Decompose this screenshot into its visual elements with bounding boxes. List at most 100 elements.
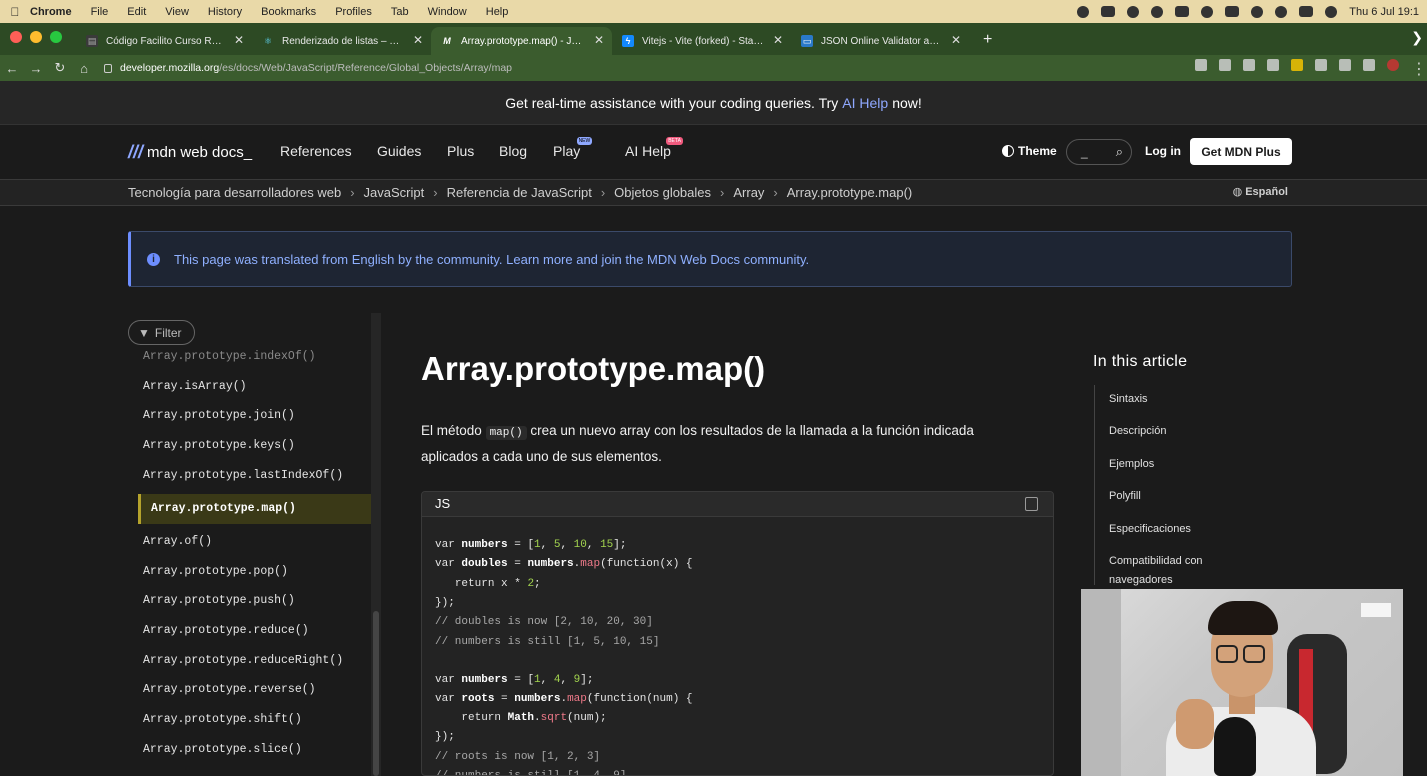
banner-ai-help-link[interactable]: AI Help: [842, 95, 888, 111]
menu-help[interactable]: Help: [486, 6, 509, 18]
close-tab-icon[interactable]: ✕: [773, 33, 783, 47]
close-tab-icon[interactable]: ✕: [234, 33, 244, 47]
download-icon[interactable]: [1339, 59, 1351, 71]
sidebar-item-push[interactable]: Array.prototype.push(): [143, 594, 295, 607]
menu-view[interactable]: View: [165, 6, 189, 18]
siri-icon[interactable]: [1325, 5, 1338, 18]
minimize-window-button[interactable]: [30, 31, 42, 43]
close-tab-icon[interactable]: ✕: [594, 33, 604, 47]
keyboard-layout-icon[interactable]: [1175, 6, 1190, 17]
nav-blog[interactable]: Blog: [499, 143, 527, 159]
chevron-right-icon[interactable]: ❯: [1411, 29, 1423, 46]
close-tab-icon[interactable]: ✕: [413, 33, 423, 47]
sidebar-item-of[interactable]: Array.of(): [143, 535, 212, 548]
sidebar-item-isarray[interactable]: Array.isArray(): [143, 380, 247, 393]
sidepanel-icon[interactable]: [1363, 59, 1375, 71]
tab-vitejs-stackblitz[interactable]: ϟ Vitejs - Vite (forked) - StackBli ✕: [612, 27, 791, 55]
toc-item-especificaciones[interactable]: Especificaciones: [1109, 520, 1259, 539]
menu-file[interactable]: File: [91, 6, 109, 18]
breadcrumb-item[interactable]: Referencia de JavaScript: [447, 185, 592, 200]
headphones-icon[interactable]: [1127, 5, 1140, 18]
breadcrumb-item-current[interactable]: Array.prototype.map(): [787, 185, 912, 200]
nav-guides[interactable]: Guides: [377, 143, 421, 159]
sidebar-item-lastindexof[interactable]: Array.prototype.lastIndexOf(): [143, 469, 343, 482]
search-button[interactable]: _ ⌕: [1066, 139, 1132, 165]
zoom-icon[interactable]: [1219, 59, 1231, 71]
menu-chrome[interactable]: Chrome: [30, 6, 72, 18]
url-path: /es/docs/Web/JavaScript/Reference/Global…: [219, 62, 513, 74]
copy-icon[interactable]: [1025, 497, 1038, 511]
menu-bookmarks[interactable]: Bookmarks: [261, 6, 316, 18]
sidebar-item-reverse[interactable]: Array.prototype.reverse(): [143, 683, 316, 696]
menu-window[interactable]: Window: [428, 6, 467, 18]
status-app-icon[interactable]: [1077, 5, 1090, 18]
close-tab-icon[interactable]: ✕: [951, 33, 961, 47]
tab-json-validator[interactable]: ▭ JSON Online Validator and For ✕: [791, 27, 969, 55]
login-link[interactable]: Log in: [1145, 144, 1181, 158]
filter-icon: ▼: [138, 325, 150, 340]
notice-text[interactable]: This page was translated from English by…: [174, 252, 809, 267]
menu-profiles[interactable]: Profiles: [335, 6, 372, 18]
toc-item-ejemplos[interactable]: Ejemplos: [1109, 455, 1259, 474]
theme-button[interactable]: Theme: [1002, 144, 1057, 158]
breadcrumb-item[interactable]: JavaScript: [364, 185, 425, 200]
breadcrumb-item[interactable]: Tecnología para desarrolladores web: [128, 185, 341, 200]
sidebar-filter-button[interactable]: ▼ Filter: [128, 320, 195, 345]
profile-avatar-icon[interactable]: [1387, 59, 1399, 71]
back-button[interactable]: ←: [0, 61, 24, 76]
bluetooth-icon[interactable]: [1151, 5, 1164, 18]
nav-plus[interactable]: Plus: [447, 143, 474, 159]
breadcrumb-item[interactable]: Objetos globales: [614, 185, 711, 200]
sidebar-item-join[interactable]: Array.prototype.join(): [143, 409, 295, 422]
toc-item-polyfill[interactable]: Polyfill: [1109, 487, 1259, 506]
menu-edit[interactable]: Edit: [127, 6, 146, 18]
tab-codigo-facilito[interactable]: ▤ Código Facilito Curso React Js ✕: [76, 27, 252, 55]
menu-history[interactable]: History: [208, 6, 242, 18]
sidebar-item-slice[interactable]: Array.prototype.slice(): [143, 743, 302, 756]
tab-renderizado-listas[interactable]: ⚛ Renderizado de listas – React ✕: [252, 27, 431, 55]
language-switcher[interactable]: ◍ Español: [1233, 185, 1288, 199]
mdn-logo[interactable]: /// mdn web docs_: [128, 142, 252, 163]
close-window-button[interactable]: [10, 31, 22, 43]
sidebar-item-reduce[interactable]: Array.prototype.reduce(): [143, 624, 309, 637]
forward-button[interactable]: →: [24, 61, 48, 76]
sidebar-scrollbar[interactable]: [371, 313, 381, 776]
breadcrumb-item[interactable]: Array: [733, 185, 764, 200]
sidebar-item-reduceright[interactable]: Array.prototype.reduceRight(): [143, 654, 343, 667]
nav-references[interactable]: References: [280, 143, 352, 159]
url-field[interactable]: developer.mozilla.org/es/docs/Web/JavaSc…: [104, 62, 512, 74]
sidebar-item-shift[interactable]: Array.prototype.shift(): [143, 713, 302, 726]
toc-item-sintaxis[interactable]: Sintaxis: [1109, 390, 1259, 409]
bookmark-star-icon[interactable]: [1267, 59, 1279, 71]
install-icon[interactable]: [1195, 59, 1207, 71]
menu-tab[interactable]: Tab: [391, 6, 409, 18]
nav-ai-help[interactable]: AI Help BETA: [625, 137, 683, 159]
tab-array-map[interactable]: M Array.prototype.map() - JavaS ✕: [431, 27, 612, 55]
share-icon[interactable]: [1243, 59, 1255, 71]
toc-item-descripcion[interactable]: Descripción: [1109, 422, 1259, 441]
play-icon[interactable]: [1201, 5, 1214, 18]
apple-icon[interactable]: : [0, 5, 30, 19]
scrollbar-thumb[interactable]: [373, 611, 379, 776]
status-screen-icon[interactable]: [1101, 6, 1116, 17]
toc-item-compatibilidad[interactable]: Compatibilidad con navegadores: [1109, 552, 1229, 590]
extensions-puzzle-icon[interactable]: [1315, 59, 1327, 71]
sidebar-item-keys[interactable]: Array.prototype.keys(): [143, 439, 295, 452]
sidebar-item-indexof[interactable]: Array.prototype.indexOf(): [143, 350, 316, 363]
maximize-window-button[interactable]: [50, 31, 62, 43]
menu-kebab-icon[interactable]: ⋮: [1411, 59, 1427, 78]
home-button[interactable]: ⌂: [72, 61, 96, 76]
get-mdn-plus-button[interactable]: Get MDN Plus: [1190, 138, 1292, 165]
sidebar-item-pop[interactable]: Array.prototype.pop(): [143, 565, 288, 578]
control-center-icon[interactable]: [1299, 6, 1314, 17]
extension-yellow-icon[interactable]: [1291, 59, 1303, 71]
sidebar-item-map[interactable]: Array.prototype.map(): [138, 494, 371, 524]
battery-icon[interactable]: [1225, 6, 1240, 17]
reload-button[interactable]: ↻: [48, 60, 72, 76]
new-tab-button[interactable]: +: [969, 31, 1004, 55]
clock[interactable]: Thu 6 Jul 19:1: [1349, 6, 1419, 18]
wifi-icon[interactable]: [1251, 5, 1264, 18]
lock-icon[interactable]: [104, 63, 112, 73]
spotlight-icon[interactable]: [1275, 5, 1288, 18]
nav-play[interactable]: Play NEW: [553, 137, 593, 159]
